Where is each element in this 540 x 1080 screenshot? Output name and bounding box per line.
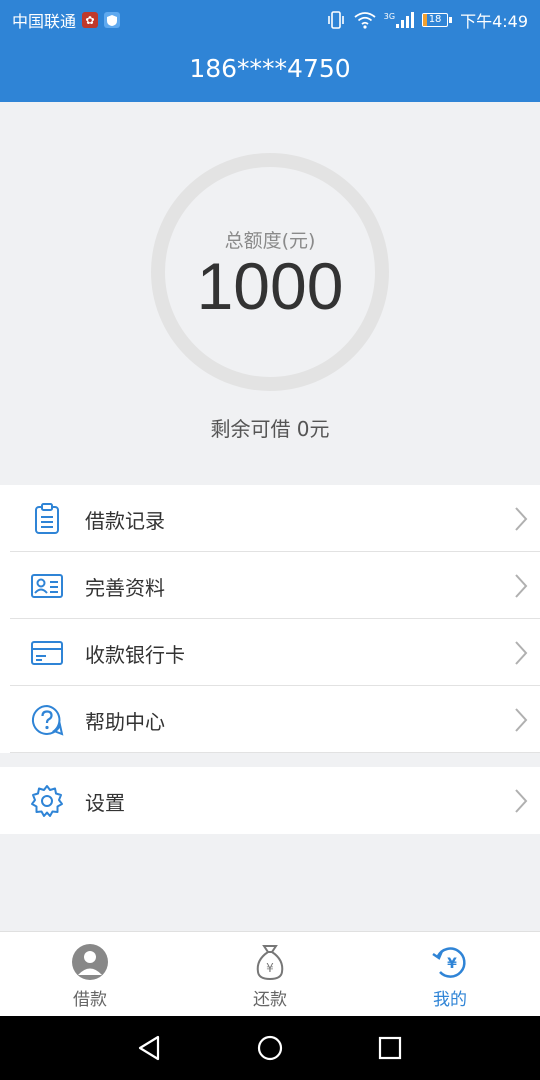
- remaining-credit: 剩余可借 0元: [210, 417, 330, 441]
- menu-item-label: 设置: [85, 791, 125, 815]
- tab-borrow[interactable]: 借款: [0, 932, 180, 1017]
- system-nav-bar: [0, 1016, 540, 1080]
- menu-item-settings[interactable]: 设置: [0, 767, 540, 834]
- bottom-tab-bar: 借款 ¥ 还款 ¥ 我的: [0, 931, 540, 1016]
- status-bar: 中国联通 ✿ 3G 18 下午4:49: [0, 0, 540, 36]
- credit-summary: 总额度(元) 1000 剩余可借 0元: [0, 102, 540, 485]
- shield-notification-icon: [104, 12, 121, 28]
- recent-apps-icon[interactable]: [376, 1034, 404, 1062]
- network-type: 3G: [383, 12, 396, 21]
- menu-item-help-center[interactable]: 帮助中心: [0, 686, 540, 753]
- tab-repay[interactable]: ¥ 还款: [180, 932, 360, 1017]
- gear-icon: [31, 785, 63, 817]
- vibrate-icon: [327, 11, 344, 29]
- chevron-right-icon: [515, 789, 528, 813]
- menu-item-label: 帮助中心: [85, 710, 165, 734]
- chevron-right-icon: [515, 574, 528, 598]
- svg-text:¥: ¥: [447, 956, 457, 972]
- clipboard-icon: [35, 503, 59, 534]
- menu-item-complete-profile[interactable]: 完善资料: [0, 552, 540, 619]
- credit-amount: 1000: [196, 249, 344, 323]
- menu-item-label: 完善资料: [85, 576, 165, 600]
- page-header: 186****4750: [0, 36, 540, 102]
- status-bar-right: 3G 18 下午4:49: [326, 8, 528, 32]
- phone-number-title: 186****4750: [189, 54, 351, 83]
- tab-label: 我的: [433, 990, 467, 1010]
- battery-icon: 18: [422, 13, 453, 27]
- menu-item-loan-records[interactable]: 借款记录: [0, 485, 540, 552]
- tab-label: 还款: [253, 990, 287, 1010]
- divider: [10, 752, 540, 753]
- home-icon[interactable]: [256, 1034, 284, 1062]
- id-card-icon: [31, 574, 63, 598]
- back-icon[interactable]: [136, 1034, 164, 1062]
- help-icon: [31, 704, 64, 736]
- wifi-icon: [354, 12, 376, 29]
- chevron-right-icon: [515, 507, 528, 531]
- chevron-right-icon: [515, 708, 528, 732]
- tab-mine[interactable]: ¥ 我的: [360, 932, 540, 1017]
- clock: 下午4:49: [460, 12, 528, 31]
- app-notification-icon: ✿: [82, 12, 99, 28]
- chevron-right-icon: [515, 641, 528, 665]
- bank-card-icon: [31, 641, 63, 665]
- tab-label: 借款: [73, 990, 107, 1010]
- menu-item-label: 收款银行卡: [85, 643, 185, 667]
- menu-item-label: 借款记录: [85, 509, 165, 533]
- status-bar-left: 中国联通 ✿: [12, 8, 121, 32]
- avatar-icon: [72, 944, 108, 980]
- battery-level: 18: [428, 14, 442, 25]
- menu-list: 借款记录 完善资料 收款银行卡 帮助中心: [0, 485, 540, 753]
- yuan-refresh-icon: ¥: [432, 947, 466, 978]
- menu-item-bank-card[interactable]: 收款银行卡: [0, 619, 540, 686]
- money-bag-icon: ¥: [256, 945, 284, 981]
- carrier-name: 中国联通: [12, 12, 77, 31]
- signal-icon: 3G: [383, 12, 415, 28]
- svg-text:¥: ¥: [266, 961, 274, 975]
